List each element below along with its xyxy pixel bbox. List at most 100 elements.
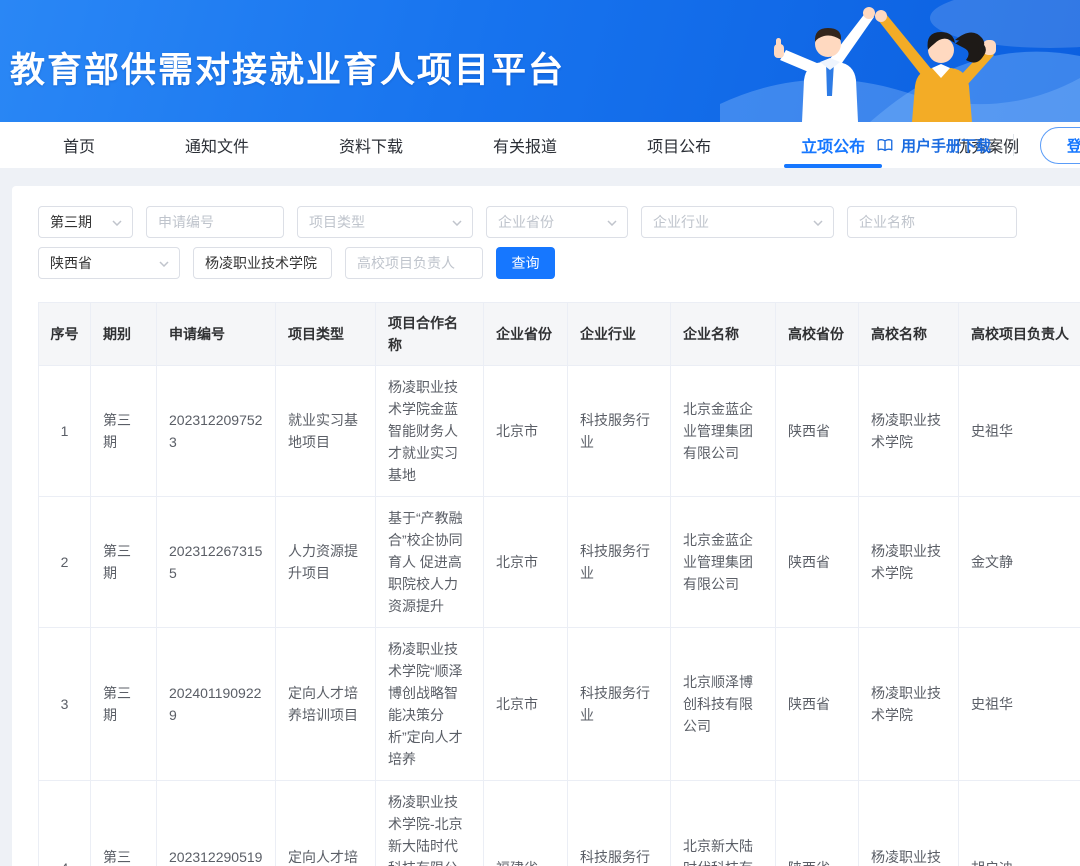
col-header-school-leader: 高校项目负责人 [959, 303, 1080, 366]
main-nav: 首页 通知文件 资料下载 有关报道 项目公布 立项公布 优秀案例 用户手册下载 … [0, 122, 1080, 168]
manual-link-label: 用户手册下载 [901, 135, 991, 156]
col-header-application-no: 申请编号 [157, 303, 276, 366]
cell-project-name: 杨凌职业技术学院-北京新大陆时代科技有限公司物联网及人工智能方向人才培养 [376, 781, 484, 866]
nav-item-reports[interactable]: 有关报道 [468, 122, 582, 168]
cell-company-industry: 科技服务行业 [568, 781, 671, 866]
school-name-value: 杨凌职业技术学院 [205, 253, 317, 273]
table-row: 1 第三期 2023122097523 就业实习基地项目 杨凌职业技术学院金蓝智… [39, 366, 1080, 497]
period-select-value: 第三期 [50, 212, 92, 232]
highfive-illustration [720, 0, 1080, 122]
period-select[interactable]: 第三期 [38, 206, 133, 238]
cell-school-province: 陕西省 [776, 781, 859, 866]
cell-school-province: 陕西省 [776, 628, 859, 781]
filter-row-2: 陕西省 杨凌职业技术学院 高校项目负责人 查询 [38, 247, 1080, 279]
results-table-wrap: 序号 期别 申请编号 项目类型 项目合作名称 企业省份 企业行业 企业名称 高校… [38, 302, 1080, 866]
cell-period: 第三期 [91, 497, 157, 628]
project-type-select[interactable]: 项目类型 [297, 206, 473, 238]
company-province-placeholder: 企业省份 [498, 212, 554, 232]
school-leader-placeholder: 高校项目负责人 [357, 253, 455, 273]
chevron-down-icon [452, 220, 462, 226]
login-button[interactable]: 登录 [1040, 127, 1080, 164]
cell-company-name: 北京金蓝企业管理集团有限公司 [671, 366, 776, 497]
table-row: 3 第三期 2024011909229 定向人才培养培训项目 杨凌职业技术学院“… [39, 628, 1080, 781]
table-row: 2 第三期 2023122673155 人力资源提升项目 基于“产教融合”校企协… [39, 497, 1080, 628]
banner: 教育部供需对接就业育人项目平台 [0, 0, 1080, 122]
application-number-input[interactable]: 申请编号 [146, 206, 284, 238]
application-number-placeholder: 申请编号 [158, 212, 214, 232]
cell-application-no: 2023122097523 [157, 366, 276, 497]
cell-school-province: 陕西省 [776, 366, 859, 497]
cell-company-industry: 科技服务行业 [568, 628, 671, 781]
col-header-project-type: 项目类型 [276, 303, 376, 366]
results-table: 序号 期别 申请编号 项目类型 项目合作名称 企业省份 企业行业 企业名称 高校… [38, 302, 1080, 866]
cell-company-province: 北京市 [484, 497, 568, 628]
col-header-school-province: 高校省份 [776, 303, 859, 366]
cell-project-name: 基于“产教融合”校企协同育人 促进高职院校人力资源提升 [376, 497, 484, 628]
cell-school-name: 杨凌职业技术学院 [859, 628, 959, 781]
chevron-down-icon [607, 220, 617, 226]
book-icon [876, 137, 894, 153]
col-header-period: 期别 [91, 303, 157, 366]
cell-company-province: 北京市 [484, 366, 568, 497]
table-row: 4 第三期 2023122905190 定向人才培养培训项目 杨凌职业技术学院-… [39, 781, 1080, 866]
col-header-project-name: 项目合作名称 [376, 303, 484, 366]
cell-index: 2 [39, 497, 91, 628]
cell-company-province: 福建省 [484, 781, 568, 866]
col-header-company-industry: 企业行业 [568, 303, 671, 366]
page-title: 教育部供需对接就业育人项目平台 [10, 42, 565, 93]
school-name-input[interactable]: 杨凌职业技术学院 [193, 247, 332, 279]
chevron-down-icon [813, 220, 823, 226]
nav-item-downloads[interactable]: 资料下载 [314, 122, 428, 168]
company-industry-placeholder: 企业行业 [653, 212, 709, 232]
cell-company-industry: 科技服务行业 [568, 497, 671, 628]
school-leader-input[interactable]: 高校项目负责人 [345, 247, 483, 279]
cell-company-name: 北京顺泽博创科技有限公司 [671, 628, 776, 781]
cell-project-name: 杨凌职业技术学院“顺泽博创战略智能决策分析”定向人才培养 [376, 628, 484, 781]
cell-company-industry: 科技服务行业 [568, 366, 671, 497]
cell-project-name: 杨凌职业技术学院金蓝智能财务人才就业实习基地 [376, 366, 484, 497]
chevron-down-icon [159, 261, 169, 267]
nav-item-project-announce[interactable]: 项目公布 [622, 122, 736, 168]
cell-company-province: 北京市 [484, 628, 568, 781]
cell-application-no: 2023122905190 [157, 781, 276, 866]
cell-index: 1 [39, 366, 91, 497]
chevron-down-icon [112, 220, 122, 226]
cell-project-type: 人力资源提升项目 [276, 497, 376, 628]
school-province-value: 陕西省 [50, 253, 92, 273]
cell-company-name: 北京金蓝企业管理集团有限公司 [671, 497, 776, 628]
col-header-school-name: 高校名称 [859, 303, 959, 366]
cell-school-leader: 史祖华 [959, 628, 1080, 781]
company-industry-select[interactable]: 企业行业 [641, 206, 834, 238]
cell-index: 3 [39, 628, 91, 781]
col-header-index: 序号 [39, 303, 91, 366]
cell-project-type: 定向人才培养培训项目 [276, 628, 376, 781]
cell-application-no: 2024011909229 [157, 628, 276, 781]
project-type-placeholder: 项目类型 [309, 212, 365, 232]
cell-school-leader: 胡启迪 [959, 781, 1080, 866]
cell-school-leader: 史祖华 [959, 366, 1080, 497]
cell-project-type: 就业实习基地项目 [276, 366, 376, 497]
cell-period: 第三期 [91, 628, 157, 781]
cell-school-name: 杨凌职业技术学院 [859, 366, 959, 497]
cell-school-name: 杨凌职业技术学院 [859, 497, 959, 628]
company-province-select[interactable]: 企业省份 [486, 206, 628, 238]
col-header-company-name: 企业名称 [671, 303, 776, 366]
company-name-input[interactable]: 企业名称 [847, 206, 1017, 238]
nav-item-home[interactable]: 首页 [38, 122, 120, 168]
content-card: 第三期 申请编号 项目类型 企业省份 企业行业 企业名称 陕西省 杨凌职业技术学… [12, 186, 1080, 866]
nav-item-approval-announce[interactable]: 立项公布 [776, 122, 890, 168]
user-manual-download-link[interactable]: 用户手册下载 [876, 135, 991, 156]
search-button[interactable]: 查询 [496, 247, 555, 279]
nav-divider [1013, 134, 1014, 156]
cell-company-name: 北京新大陆时代科技有限公司 [671, 781, 776, 866]
nav-item-notices[interactable]: 通知文件 [160, 122, 274, 168]
cell-period: 第三期 [91, 781, 157, 866]
school-province-select[interactable]: 陕西省 [38, 247, 180, 279]
cell-school-province: 陕西省 [776, 497, 859, 628]
cell-application-no: 2023122673155 [157, 497, 276, 628]
col-header-company-province: 企业省份 [484, 303, 568, 366]
cell-school-name: 杨凌职业技术学院 [859, 781, 959, 866]
cell-index: 4 [39, 781, 91, 866]
cell-school-leader: 金文静 [959, 497, 1080, 628]
nav-right: 用户手册下载 登录 [876, 122, 1080, 168]
